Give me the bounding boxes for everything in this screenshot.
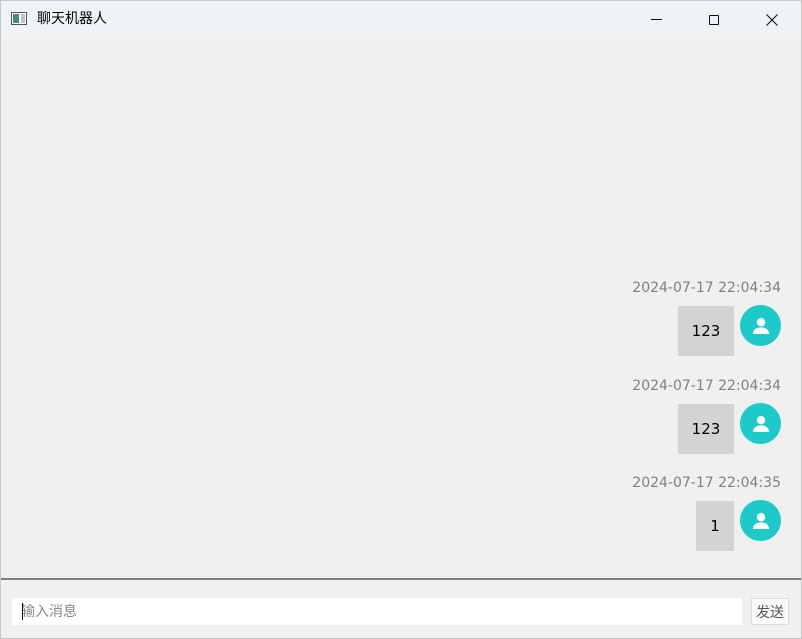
minimize-button[interactable] — [627, 1, 685, 38]
maximize-icon — [709, 14, 719, 25]
user-icon — [752, 317, 769, 334]
message-timestamp: 2024-07-17 22:04:35 — [632, 475, 781, 491]
user-avatar — [740, 305, 781, 346]
app-icon — [11, 12, 27, 25]
message-timestamp: 2024-07-17 22:04:34 — [632, 378, 781, 394]
input-bar: 发送 — [1, 580, 801, 638]
message-bubble: 1 — [696, 501, 734, 551]
chat-history[interactable]: 2024-07-17 22:04:34 123 2024-07-17 22:04… — [1, 38, 801, 578]
minimize-icon — [650, 19, 662, 20]
user-avatar — [740, 403, 781, 444]
send-button[interactable]: 发送 — [751, 598, 789, 625]
message-input[interactable] — [12, 598, 742, 625]
user-icon — [752, 512, 769, 529]
user-avatar — [740, 500, 781, 541]
close-icon — [766, 13, 778, 26]
maximize-button[interactable] — [685, 1, 743, 38]
title-bar[interactable]: 聊天机器人 — [1, 1, 801, 38]
close-button[interactable] — [743, 1, 801, 38]
text-caret — [22, 603, 23, 620]
message-bubble: 123 — [678, 306, 734, 356]
window-title: 聊天机器人 — [37, 11, 107, 27]
user-icon — [752, 415, 769, 432]
chatbot-window: 聊天机器人 2024-07-17 22:04:34 123 2024-07-17… — [0, 0, 802, 639]
message-timestamp: 2024-07-17 22:04:34 — [632, 280, 781, 296]
message-bubble: 123 — [678, 404, 734, 454]
